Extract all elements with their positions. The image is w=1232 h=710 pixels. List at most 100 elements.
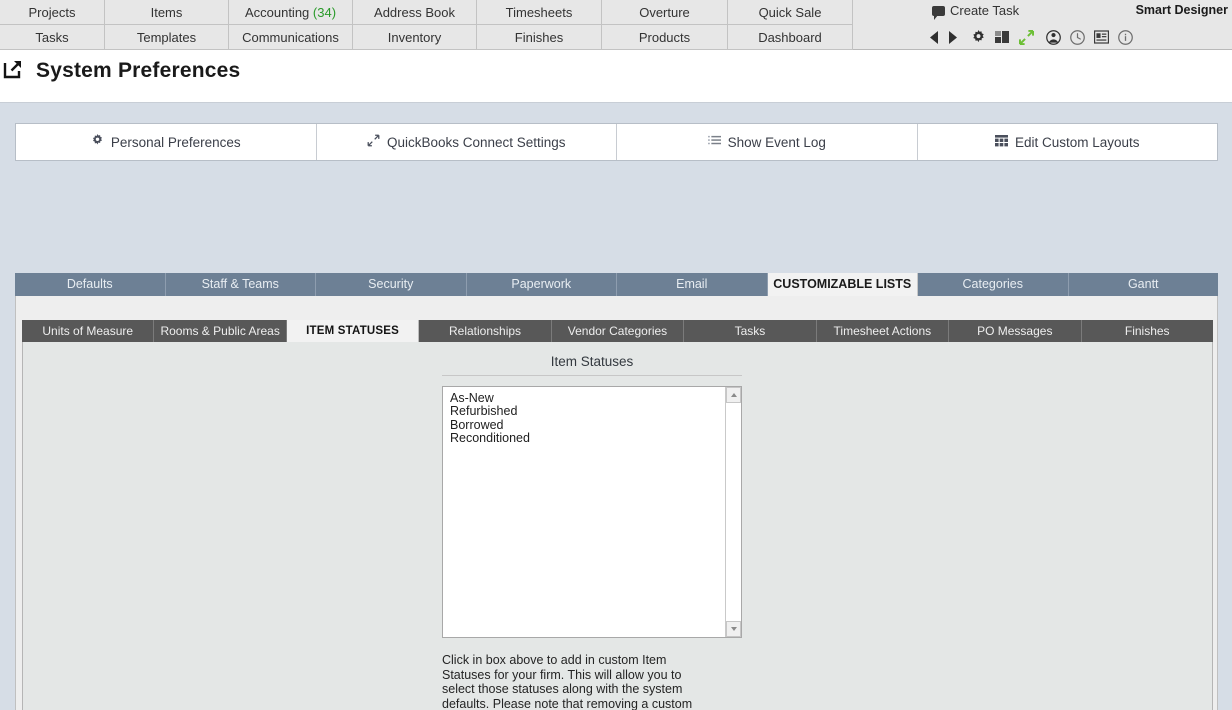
expand-arrows-icon[interactable] [1019,29,1034,45]
nav-tab-label: Templates [136,30,197,45]
nav-tab-overture[interactable]: Overture [602,0,728,25]
sub-tab-label: Rooms & Public Areas [160,324,280,338]
content-panel: Units of Measure Rooms & Public Areas IT… [15,296,1218,710]
nav-tab-address-book[interactable]: Address Book [353,0,477,25]
top-navigation-bar: Projects Items Accounting (34) Address B… [0,0,1232,50]
nav-tab-accounting[interactable]: Accounting (34) [229,0,353,25]
create-task-button[interactable]: Create Task [932,3,1020,20]
list-item[interactable]: Refurbished [450,404,725,418]
nav-tab-label: Timesheets [505,5,573,20]
nav-tab-finishes[interactable]: Finishes [477,25,602,50]
main-tab-customizable-lists[interactable]: CUSTOMIZABLE LISTS [767,273,918,296]
forward-arrow-icon[interactable] [948,30,957,44]
top-nav-row-secondary: Tasks Templates Communications Inventory… [0,25,853,50]
back-arrow-icon[interactable] [930,30,939,44]
main-tab-defaults[interactable]: Defaults [15,273,166,296]
list-icon [707,135,721,150]
listbox-scrollbar[interactable] [725,387,741,637]
nav-tab-label: Overture [639,5,690,20]
user-name-label: Smart Designer [1135,3,1228,17]
item-statuses-section: Item Statuses As-New Refurbished Borrowe… [442,354,742,710]
page-title-bar: System Preferences [0,50,1232,103]
list-item[interactable]: Reconditioned [450,431,725,445]
sub-tab-item-statuses[interactable]: ITEM STATUSES [286,320,420,342]
clock-icon[interactable] [1070,29,1085,45]
sub-tab-label: PO Messages [977,324,1053,338]
list-item[interactable]: Borrowed [450,418,725,432]
gear-icon[interactable] [971,29,986,45]
nav-tab-label: Tasks [35,30,69,45]
info-icon[interactable] [1118,29,1133,45]
pref-button-label: Edit Custom Layouts [1014,134,1140,150]
main-tab-security[interactable]: Security [316,273,467,296]
main-tab-staff-teams[interactable]: Staff & Teams [165,273,316,296]
main-tab-label: Gantt [1127,277,1159,291]
nav-tab-label: Items [150,5,183,20]
main-tab-gantt[interactable]: Gantt [1068,273,1218,296]
main-tab-label: CUSTOMIZABLE LISTS [773,277,912,291]
main-tab-label: Security [368,277,414,291]
expand-arrows-icon [367,134,380,150]
main-tab-label: Staff & Teams [201,277,279,291]
pref-button-label: Show Event Log [727,134,826,150]
show-event-log-button[interactable]: Show Event Log [617,124,918,160]
top-nav-utility-area: Create Task Smart Designer [854,0,1232,50]
personal-preferences-button[interactable]: Personal Preferences [16,124,317,160]
gear-icon [91,134,104,150]
nav-tab-projects[interactable]: Projects [0,0,105,25]
sub-tab-finishes[interactable]: Finishes [1081,320,1213,342]
nav-tab-label: Finishes [514,30,564,45]
item-statuses-heading: Item Statuses [442,354,742,376]
contact-card-icon[interactable] [1094,30,1109,44]
nav-tab-label: Products [638,30,691,45]
nav-tab-templates[interactable]: Templates [105,25,229,50]
sub-tab-vendor-categories[interactable]: Vendor Categories [551,320,685,342]
sub-tab-label: Relationships [449,324,522,338]
nav-tab-products[interactable]: Products [602,25,728,50]
nav-tab-dashboard[interactable]: Dashboard [728,25,853,50]
user-icon[interactable] [1046,29,1061,45]
nav-tab-tasks[interactable]: Tasks [0,25,105,50]
main-tab-label: Paperwork [511,277,572,291]
pref-button-label: QuickBooks Connect Settings [386,134,566,150]
main-tab-paperwork[interactable]: Paperwork [466,273,617,296]
sub-tab-timesheet-actions[interactable]: Timesheet Actions [816,320,950,342]
scroll-up-icon[interactable] [726,387,741,403]
nav-tab-communications[interactable]: Communications [229,25,353,50]
grid-icon [994,134,1008,150]
page-title: System Preferences [36,59,241,82]
main-tab-label: Defaults [66,277,113,291]
sub-tab-units-of-measure[interactable]: Units of Measure [22,320,155,342]
main-tab-label: Categories [962,277,1023,291]
scroll-down-icon[interactable] [726,621,741,637]
item-statuses-listbox[interactable]: As-New Refurbished Borrowed Reconditione… [442,386,742,638]
nav-tab-label: Quick Sale [758,5,822,20]
nav-tab-timesheets[interactable]: Timesheets [477,0,602,25]
list-item[interactable]: As-New [450,391,725,405]
top-nav-row-primary: Projects Items Accounting (34) Address B… [0,0,853,25]
main-tab-strip: Defaults Staff & Teams Security Paperwor… [15,273,1218,296]
nav-tab-items[interactable]: Items [105,0,229,25]
nav-tab-quick-sale[interactable]: Quick Sale [728,0,853,25]
nav-tab-label: Address Book [374,5,455,20]
sub-tab-relationships[interactable]: Relationships [419,320,552,342]
pref-button-label: Personal Preferences [110,134,241,150]
sub-tab-label: Tasks [734,324,766,338]
nav-tab-inventory[interactable]: Inventory [353,25,477,50]
external-link-icon[interactable] [2,60,22,80]
preferences-toolbar: Personal Preferences QuickBooks Connect … [15,123,1218,161]
sub-tab-label: Finishes [1124,324,1170,338]
sub-tab-tasks[interactable]: Tasks [684,320,817,342]
copy-windows-icon[interactable] [995,30,1010,44]
main-tab-categories[interactable]: Categories [918,273,1069,296]
edit-custom-layouts-button[interactable]: Edit Custom Layouts [917,124,1217,160]
item-statuses-list[interactable]: As-New Refurbished Borrowed Reconditione… [443,387,725,637]
sub-tab-po-messages[interactable]: PO Messages [949,320,1082,342]
sub-tab-label: Vendor Categories [567,324,668,338]
item-statuses-description: Click in box above to add in custom Item… [442,653,693,710]
utility-icon-row [930,25,1133,49]
main-tab-email[interactable]: Email [617,273,768,296]
create-task-label: Create Task [950,3,1020,18]
quickbooks-connect-settings-button[interactable]: QuickBooks Connect Settings [316,124,617,160]
sub-tab-rooms-public-areas[interactable]: Rooms & Public Areas [154,320,287,342]
